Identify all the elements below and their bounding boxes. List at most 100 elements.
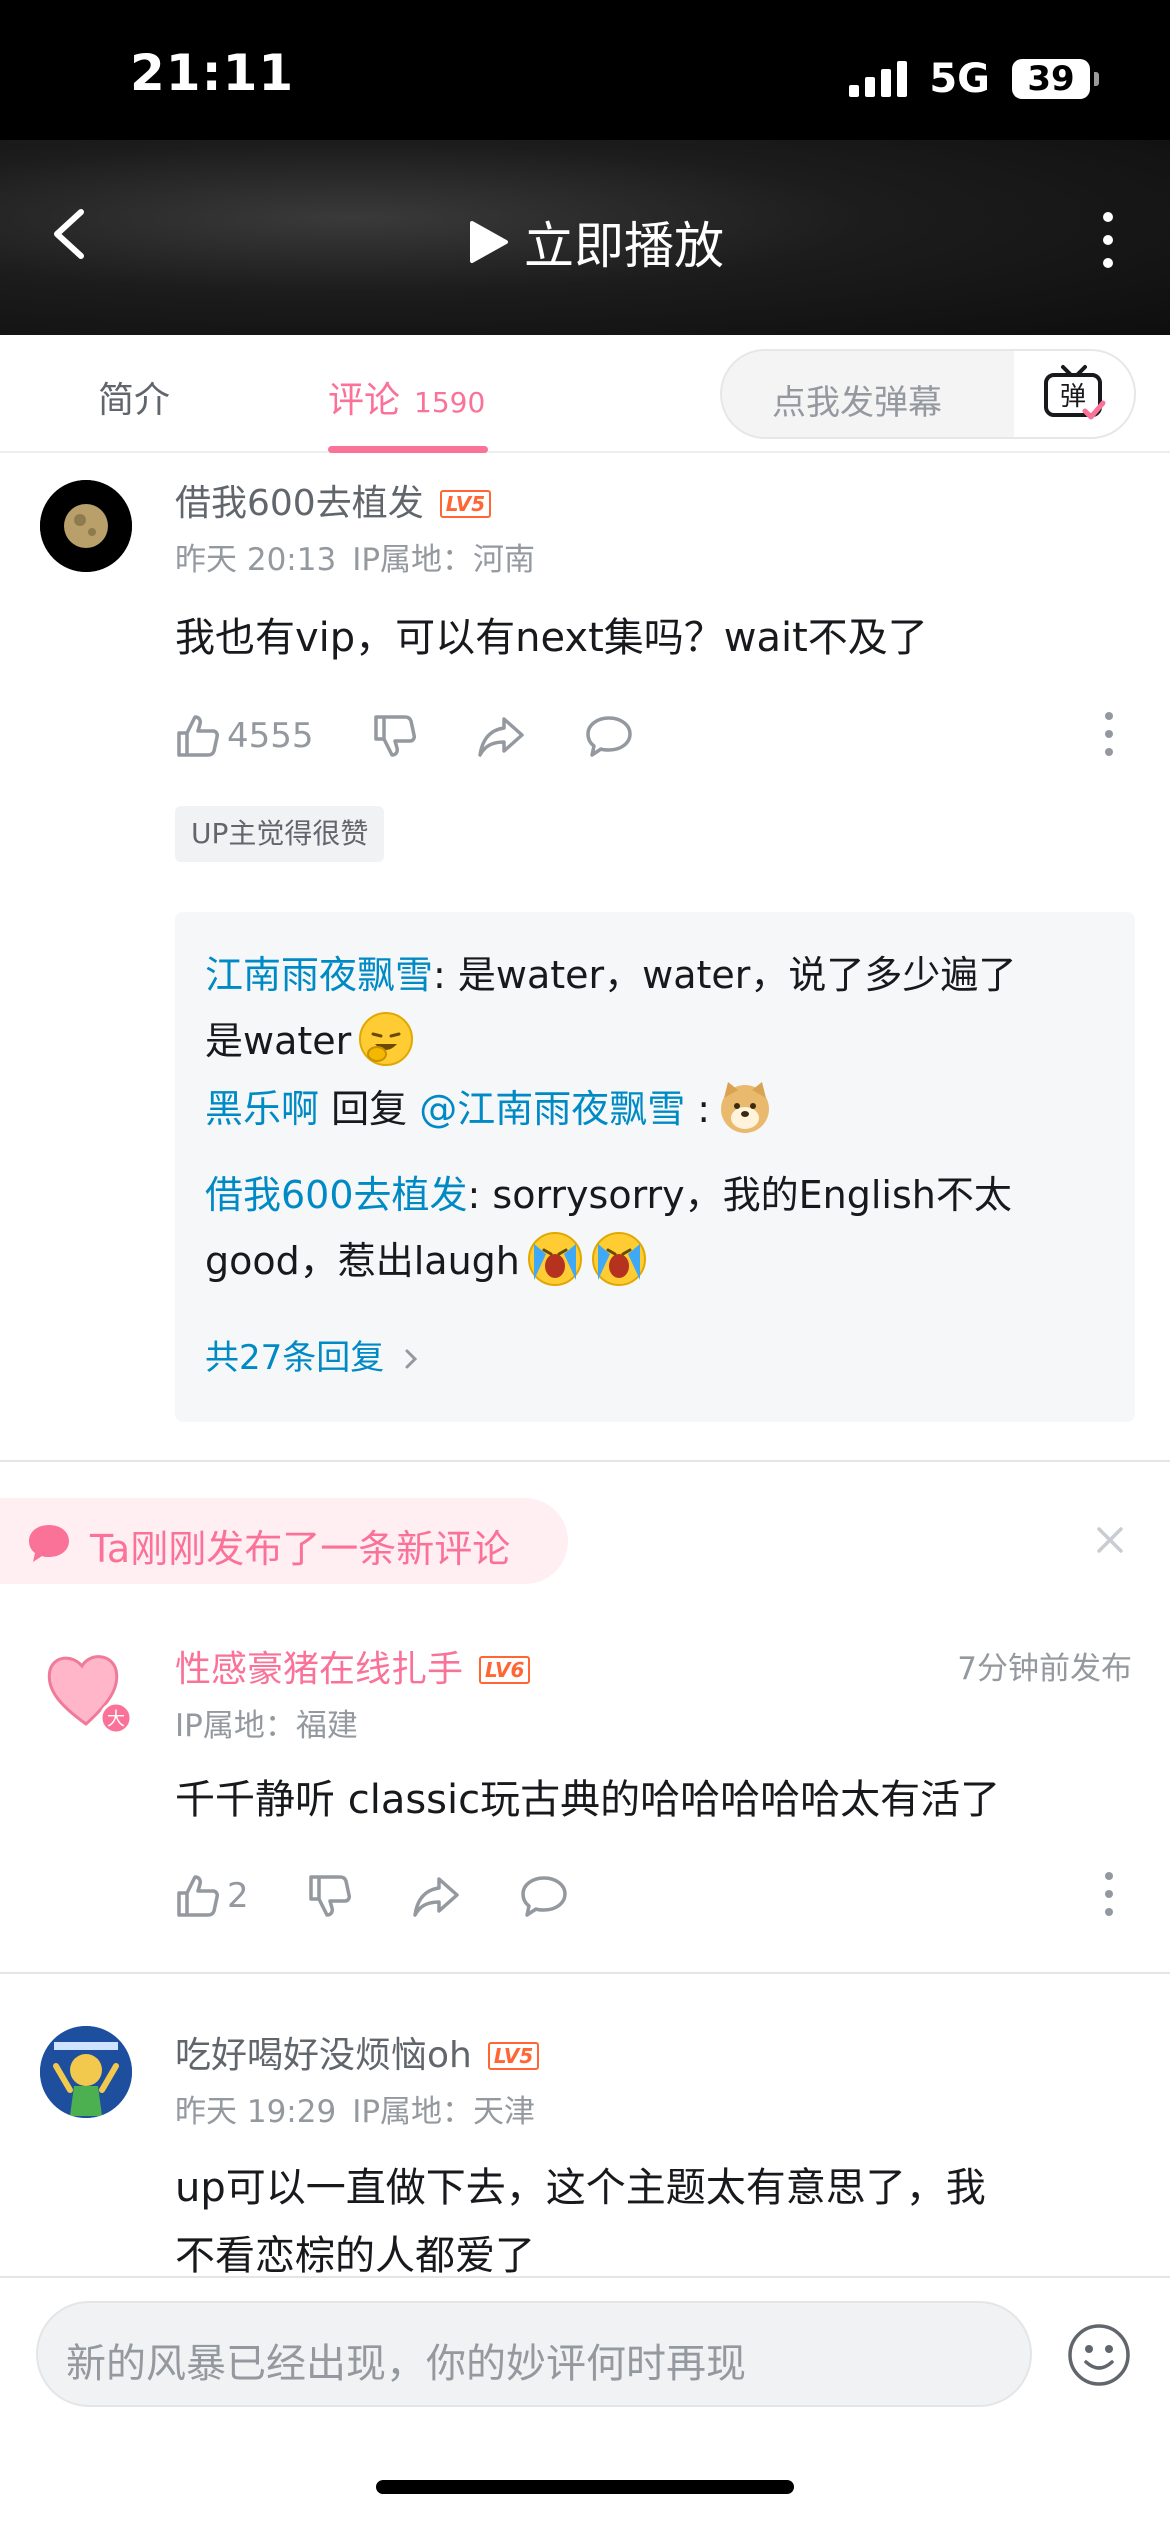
username-text: 借我600去植发: [175, 483, 424, 524]
comment-text-line: 不看恋棕的人都爱了: [175, 2233, 535, 2279]
battery-icon: 39: [1012, 59, 1099, 99]
reply-button[interactable]: [519, 1873, 569, 1919]
comment-text: up可以一直做下去，这个主题太有意思了，我 不看恋棕的人都爱了: [175, 2154, 1125, 2290]
danmaku-input[interactable]: 点我发弹幕 弹: [720, 349, 1136, 439]
comment-bubble-icon: [585, 716, 632, 757]
share-button[interactable]: [476, 713, 526, 759]
danmaku-placeholder: 点我发弹幕: [772, 383, 942, 423]
network-type: 5G: [929, 56, 990, 102]
comment-meta: IP属地：福建: [175, 1700, 374, 1745]
video-header: 立即播放: [0, 140, 1170, 335]
comment-meta: 昨天 19:29 IP属地：天津: [175, 2086, 551, 2131]
reply-item[interactable]: 黑乐啊 回复 @江南雨夜飘雪 :: [205, 1076, 1115, 1142]
like-button[interactable]: 4555: [175, 713, 314, 759]
dislike-button[interactable]: [307, 1873, 353, 1919]
up-liked-badge: UP主觉得很赞: [175, 806, 385, 862]
like-button[interactable]: 2: [175, 1873, 249, 1919]
tab-comments[interactable]: 评论 1590: [328, 371, 485, 423]
thumbs-up-icon: [177, 1875, 219, 1917]
comment-ip: IP属地：福建: [175, 1708, 358, 1744]
share-button[interactable]: [411, 1873, 461, 1919]
signal-icon: [849, 61, 908, 97]
divider: [0, 1972, 1170, 1974]
home-indicator[interactable]: [376, 2480, 794, 2494]
comment-posted-time: 7分钟前发布: [957, 1651, 1132, 1687]
thumbs-down-icon: [308, 1875, 351, 1917]
reply-text: :: [685, 1087, 711, 1131]
thumbs-down-icon: [373, 715, 416, 757]
tab-comments-label: 评论: [328, 380, 401, 421]
play-now-label: 立即播放: [524, 217, 724, 275]
comment-more-button[interactable]: [1105, 1872, 1115, 1916]
new-comment-banner[interactable]: Ta刚刚发布了一条新评论: [0, 1498, 568, 1584]
chevron-right-icon: [405, 1349, 418, 1369]
reply-button[interactable]: [584, 713, 634, 759]
share-icon: [412, 1877, 459, 1917]
avatar[interactable]: [40, 480, 132, 572]
danmaku-icon[interactable]: 弹: [1014, 351, 1134, 437]
share-icon: [477, 717, 524, 757]
reply-item[interactable]: 借我600去植发: sorrysorry，我的English不太 good，惹出…: [205, 1162, 1115, 1294]
reply-word: 回复: [319, 1087, 420, 1131]
battery-level: 39: [1027, 59, 1075, 99]
doge-emoji-icon: [721, 1082, 770, 1133]
tab-intro[interactable]: 简介: [98, 371, 170, 423]
comment-text-line: up可以一直做下去，这个主题太有意思了，我: [175, 2165, 986, 2211]
username-text: 性感豪猪在线扎手: [175, 1649, 464, 1690]
comment-actions: 4555: [175, 708, 1135, 764]
play-now-button[interactable]: 立即播放: [468, 206, 724, 278]
comment-text: 千千静听 classic玩古典的哈哈哈哈哈太有活了: [175, 1777, 1001, 1823]
comment-time: 昨天 19:29: [175, 2094, 337, 2130]
play-icon: [470, 221, 508, 263]
status-indicators: 5G 39: [849, 56, 1099, 102]
level-badge: LV5: [439, 490, 492, 518]
username-text: 吃好喝好没烦恼oh: [175, 2035, 472, 2076]
comment-input-placeholder: 新的风暴已经出现，你的妙评何时再现: [66, 2341, 746, 2387]
laughing-emoji-icon: [359, 1012, 414, 1066]
divider: [0, 1460, 1170, 1462]
reply-text-continued: 是water: [205, 1019, 352, 1063]
crying-emoji-icon: [527, 1232, 582, 1286]
chevron-left-icon: [54, 209, 84, 259]
svg-text:弹: 弹: [1060, 382, 1086, 412]
comment-more-button[interactable]: [1105, 712, 1115, 756]
back-button[interactable]: [45, 206, 95, 262]
comment-actions: 2: [175, 1868, 1135, 1924]
comment-ip: IP属地：天津: [352, 2094, 536, 2130]
more-options-button[interactable]: [1098, 212, 1118, 268]
status-bar: 21:11 5G 39: [0, 0, 1170, 140]
view-all-replies-link[interactable]: 共27条回复: [205, 1330, 421, 1379]
dislike-button[interactable]: [372, 713, 418, 759]
speech-bubble-icon: [29, 1525, 69, 1562]
reply-total-text: 共27条回复: [205, 1338, 385, 1378]
comment-username[interactable]: 吃好喝好没烦恼oh LV5: [175, 2026, 540, 2078]
reply-username[interactable]: 黑乐啊: [205, 1087, 319, 1131]
active-tab-indicator: [328, 446, 488, 453]
comment-username[interactable]: 借我600去植发 LV5: [175, 474, 492, 526]
reply-mention[interactable]: @江南雨夜飘雪: [419, 1087, 685, 1131]
level-badge: LV5: [487, 2042, 540, 2070]
emoji-picker-icon[interactable]: [1066, 2322, 1132, 2388]
like-count: 2: [227, 1876, 249, 1916]
comment-input[interactable]: 新的风暴已经出现，你的妙评何时再现: [36, 2301, 1032, 2407]
crying-emoji-icon: [591, 1232, 646, 1286]
comment-ip: IP属地：河南: [352, 542, 536, 578]
reply-item[interactable]: 江南雨夜飘雪: 是water，water，说了多少遍了 是water: [205, 942, 1115, 1074]
reply-preview-box[interactable]: 江南雨夜飘雪: 是water，water，说了多少遍了 是water 黑乐啊 回…: [175, 912, 1135, 1422]
thumbs-up-icon: [177, 715, 219, 757]
avatar[interactable]: 大: [40, 1640, 133, 1735]
avatar[interactable]: [40, 2026, 132, 2118]
reply-text: : 是water，water，说了多少遍了: [433, 953, 1017, 997]
svg-text:大: 大: [107, 1709, 125, 1730]
level-badge: LV6: [479, 1656, 531, 1684]
reply-username[interactable]: 借我600去植发: [205, 1173, 468, 1217]
comment-time: 昨天 20:13: [175, 542, 337, 578]
comment-bubble-icon: [520, 1876, 567, 1917]
reply-username[interactable]: 江南雨夜飘雪: [205, 953, 433, 997]
comment-username[interactable]: 性感豪猪在线扎手 LV6: [175, 1640, 531, 1692]
reply-text-continued: good，惹出laugh: [205, 1239, 520, 1283]
comment-count: 1590: [414, 386, 486, 419]
close-icon[interactable]: [1094, 1524, 1126, 1556]
like-count: 4555: [227, 716, 314, 756]
new-comment-banner-text: Ta刚刚发布了一条新评论: [90, 1527, 511, 1571]
